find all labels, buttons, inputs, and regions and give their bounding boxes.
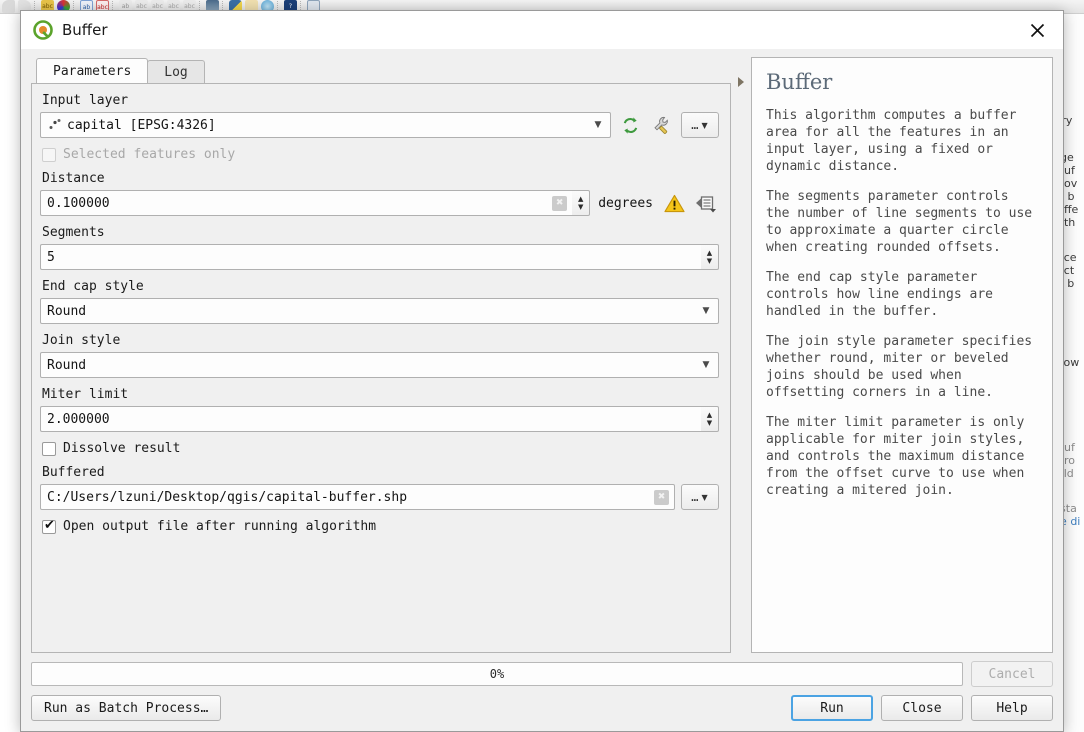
panel-splitter-handle[interactable]: [731, 57, 751, 653]
buttons-row: Run as Batch Process… Run Close Help: [31, 695, 1053, 721]
run-button[interactable]: Run: [791, 695, 873, 721]
data-defined-glyph: [695, 193, 717, 213]
cancel-button[interactable]: Cancel: [971, 661, 1053, 687]
stepper-up-icon[interactable]: ▲: [707, 411, 712, 419]
dialog-titlebar: Buffer: [21, 11, 1063, 49]
join-style-combo[interactable]: Round ▼: [40, 352, 719, 378]
end-cap-style-combo[interactable]: Round ▼: [40, 298, 719, 324]
chevron-down-icon: ▼: [702, 493, 709, 502]
data-defined-override-icon[interactable]: [693, 190, 719, 216]
distance-stepper[interactable]: ▲ ▼: [572, 190, 590, 216]
input-layer-value: capital [EPSG:4326]: [67, 118, 588, 133]
dialog-title: Buffer: [62, 21, 1017, 39]
input-layer-combo[interactable]: capital [EPSG:4326] ▼: [40, 112, 611, 138]
segments-label: Segments: [42, 225, 719, 241]
input-layer-more-button[interactable]: … ▼: [681, 112, 719, 138]
selected-features-only-row[interactable]: Selected features only: [42, 147, 719, 162]
help-paragraph: The miter limit parameter is only applic…: [766, 414, 1038, 499]
miter-limit-value: 2.000000: [47, 412, 698, 427]
parameters-column: Parameters Log Input layer capital [EPSG…: [31, 57, 731, 653]
stepper-down-icon[interactable]: ▼: [578, 203, 583, 211]
refresh-glyph: [621, 116, 640, 135]
help-title: Buffer: [766, 70, 1038, 94]
distance-input[interactable]: 0.100000 ✖: [40, 190, 572, 216]
input-layer-more-label: …: [691, 118, 699, 132]
dialog-footer: 0% Cancel Run as Batch Process… Run Clos…: [21, 653, 1063, 731]
stepper-up-icon[interactable]: ▲: [578, 195, 583, 203]
close-icon[interactable]: [1017, 13, 1057, 47]
progress-bar: 0%: [31, 662, 963, 686]
close-x-glyph: [1030, 23, 1045, 38]
segments-stepper[interactable]: ▲ ▼: [701, 244, 719, 270]
miter-limit-row: 2.000000 ▲ ▼: [40, 406, 719, 432]
wrench-glyph: [652, 115, 672, 135]
warning-glyph: [664, 194, 685, 213]
help-paragraph: The end cap style parameter controls how…: [766, 269, 1038, 320]
dissolve-result-checkbox[interactable]: [42, 442, 56, 456]
dissolve-result-row[interactable]: Dissolve result: [42, 441, 719, 456]
tab-parameters[interactable]: Parameters: [36, 58, 148, 83]
segments-input[interactable]: 5: [40, 244, 701, 270]
wrench-icon[interactable]: [649, 112, 675, 138]
progress-text: 0%: [490, 667, 504, 681]
buffered-browse-label: …: [691, 490, 699, 504]
buffered-label: Buffered: [42, 465, 719, 481]
distance-label: Distance: [42, 171, 719, 187]
distance-row: 0.100000 ✖ ▲ ▼ degrees: [40, 190, 719, 216]
chevron-down-icon: ▼: [588, 120, 608, 130]
selected-features-only-checkbox[interactable]: [42, 148, 56, 162]
buffered-output-input[interactable]: C:/Users/lzuni/Desktop/qgis/capital-buff…: [40, 484, 675, 510]
help-paragraph: The join style parameter specifies wheth…: [766, 333, 1038, 401]
miter-limit-label: Miter limit: [42, 387, 719, 403]
end-cap-style-row: Round ▼: [40, 298, 719, 324]
input-layer-label: Input layer: [42, 93, 719, 109]
distance-value: 0.100000: [47, 196, 552, 211]
clear-icon[interactable]: ✖: [552, 196, 567, 211]
distance-unit-label: degrees: [596, 196, 655, 211]
end-cap-style-label: End cap style: [42, 279, 719, 295]
qgis-logo-icon: [33, 20, 53, 40]
parameters-panel: Input layer capital [EPSG:4326] ▼: [31, 83, 731, 653]
help-paragraph: This algorithm computes a buffer area fo…: [766, 107, 1038, 175]
warning-triangle-icon[interactable]: [661, 190, 687, 216]
buffer-dialog: Buffer Parameters Log Input layer: [20, 10, 1064, 732]
tabstrip: Parameters Log: [31, 57, 731, 83]
chevron-down-icon: ▼: [702, 121, 709, 130]
undo-icon: [2, 0, 15, 13]
segments-row: 5 ▲ ▼: [40, 244, 719, 270]
buffered-browse-button[interactable]: … ▼: [681, 484, 719, 510]
run-as-batch-process-button[interactable]: Run as Batch Process…: [31, 695, 221, 721]
selected-features-only-label: Selected features only: [63, 147, 235, 162]
open-output-checkbox[interactable]: [42, 520, 56, 534]
close-button[interactable]: Close: [881, 695, 963, 721]
progress-row: 0% Cancel: [31, 661, 1053, 687]
open-output-row[interactable]: Open output file after running algorithm: [42, 519, 719, 534]
join-style-value: Round: [47, 358, 696, 373]
chevron-down-icon: ▼: [696, 306, 716, 316]
refresh-icon[interactable]: [617, 112, 643, 138]
end-cap-style-value: Round: [47, 304, 696, 319]
clear-icon[interactable]: ✖: [654, 490, 669, 505]
miter-limit-input[interactable]: 2.000000: [40, 406, 701, 432]
dissolve-result-label: Dissolve result: [63, 441, 180, 456]
dialog-body: Parameters Log Input layer capital [EPSG…: [21, 49, 1063, 653]
open-output-label: Open output file after running algorithm: [63, 519, 376, 534]
help-panel: Buffer This algorithm computes a buffer …: [751, 57, 1053, 653]
buffered-row: C:/Users/lzuni/Desktop/qgis/capital-buff…: [40, 484, 719, 510]
buffered-output-value: C:/Users/lzuni/Desktop/qgis/capital-buff…: [47, 490, 654, 505]
help-button[interactable]: Help: [971, 695, 1053, 721]
input-layer-row: capital [EPSG:4326] ▼: [40, 112, 719, 138]
join-style-label: Join style: [42, 333, 719, 349]
point-layer-icon: [47, 117, 63, 133]
stepper-down-icon[interactable]: ▼: [707, 419, 712, 427]
stepper-down-icon[interactable]: ▼: [707, 257, 712, 265]
chevron-down-icon: ▼: [696, 360, 716, 370]
join-style-row: Round ▼: [40, 352, 719, 378]
segments-value: 5: [47, 250, 698, 265]
miter-limit-stepper[interactable]: ▲ ▼: [701, 406, 719, 432]
stepper-up-icon[interactable]: ▲: [707, 249, 712, 257]
collapse-arrow-icon[interactable]: [738, 77, 744, 87]
help-paragraph: The segments parameter controls the numb…: [766, 188, 1038, 256]
tab-log[interactable]: Log: [147, 60, 204, 83]
